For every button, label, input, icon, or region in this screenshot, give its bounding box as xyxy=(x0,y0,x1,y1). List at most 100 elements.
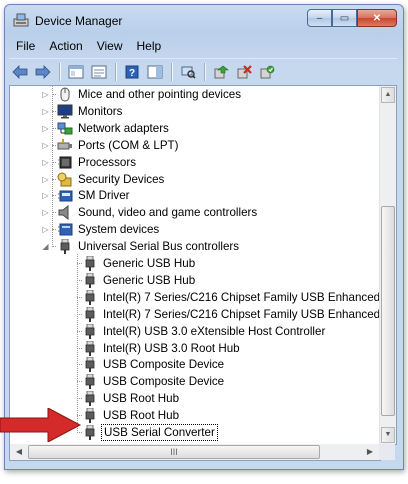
menu-bar: File Action View Help xyxy=(9,36,397,56)
title-bar[interactable]: Device Manager – ▭ ✕ xyxy=(5,5,403,35)
scroll-up-button[interactable]: ▲ xyxy=(381,87,395,103)
forward-arrow-icon xyxy=(35,65,51,79)
tree-category[interactable]: ▷ Mice and other pointing devices xyxy=(10,86,380,103)
usb-plug-icon xyxy=(82,390,98,407)
uninstall-icon xyxy=(237,65,252,79)
usb-plug-icon xyxy=(82,373,98,390)
vertical-scrollbar[interactable]: ▲ ▼ xyxy=(379,86,396,444)
vertical-scroll-thumb[interactable] xyxy=(381,206,395,416)
status-bar xyxy=(9,461,397,469)
port-icon xyxy=(57,138,73,153)
tree-item-label: Universal Serial Bus controllers xyxy=(78,240,240,254)
minimize-button[interactable]: – xyxy=(307,9,332,27)
tree-item-label: Mice and other pointing devices xyxy=(78,88,242,101)
tree-item-label: Generic USB Hub xyxy=(103,257,196,270)
show-action-pane-button[interactable] xyxy=(144,61,166,83)
scan-hardware-button[interactable] xyxy=(177,61,199,83)
tree-device[interactable]: Intel(R) USB 3.0 eXtensible Host Control… xyxy=(10,323,380,340)
system-device-icon xyxy=(57,222,73,237)
help-book-icon: ? xyxy=(125,65,139,79)
expand-toggle[interactable]: ▷ xyxy=(41,140,50,151)
usb-plug-icon xyxy=(82,356,98,373)
show-hide-console-tree-button[interactable] xyxy=(65,61,87,83)
close-button[interactable]: ✕ xyxy=(357,9,397,27)
scroll-down-button[interactable]: ▼ xyxy=(381,427,395,443)
menu-help[interactable]: Help xyxy=(130,36,169,56)
back-button[interactable] xyxy=(9,61,31,83)
scroll-right-button[interactable]: ▶ xyxy=(362,445,378,459)
tree-category[interactable]: ▷ Sound, video and game controllers xyxy=(10,204,380,221)
tree-device[interactable]: Intel(R) 7 Series/C216 Chipset Family US… xyxy=(10,306,396,323)
properties-view-icon xyxy=(91,65,107,79)
expand-toggle[interactable]: ▷ xyxy=(41,157,50,168)
tree-device[interactable]: Intel(R) 7 Series/C216 Chipset Family US… xyxy=(10,289,396,306)
tree-category[interactable]: ▷ Security Devices xyxy=(10,171,380,188)
mouse-icon xyxy=(57,87,73,102)
tree-category[interactable]: ◢ Universal Serial Bus controllers xyxy=(10,238,380,255)
expand-toggle[interactable]: ▷ xyxy=(41,207,50,218)
usb-plug-icon xyxy=(82,272,98,288)
menu-view[interactable]: View xyxy=(90,36,130,56)
tree-guide-line xyxy=(52,94,56,95)
toolbar-separator xyxy=(59,63,61,81)
tree-category[interactable]: ▷ SM Driver xyxy=(10,187,380,204)
toolbar: ? xyxy=(9,58,397,85)
tree-guide-line xyxy=(52,229,56,231)
tree-category[interactable]: ▷ Monitors xyxy=(10,103,380,120)
enable-device-button[interactable] xyxy=(256,61,278,83)
tree-category[interactable]: ▷ Network adapters xyxy=(10,120,380,137)
tree-device[interactable]: Generic USB Hub xyxy=(10,272,380,289)
tree-device[interactable]: USB Composite Device xyxy=(10,373,380,390)
maximize-button[interactable]: ▭ xyxy=(332,9,357,27)
tree-device[interactable]: USB Root Hub xyxy=(10,390,380,407)
network-icon xyxy=(57,121,73,136)
tree-guide-line xyxy=(52,178,56,180)
expand-toggle[interactable]: ▷ xyxy=(41,123,50,134)
expand-toggle[interactable]: ▷ xyxy=(41,190,50,201)
usb-plug-icon xyxy=(57,238,73,255)
tree-category[interactable]: ▷ Ports (COM & LPT) xyxy=(10,137,380,154)
tree-item-label: Monitors xyxy=(78,104,123,118)
expand-toggle[interactable]: ▷ xyxy=(41,106,50,117)
usb-plug-icon xyxy=(82,407,98,424)
red-pointer-arrow xyxy=(0,408,82,442)
tree-item-label: Processors xyxy=(78,155,136,169)
device-tree[interactable]: ▷ Mice and other pointing devices ▷ Monitor… xyxy=(9,85,397,445)
forward-button[interactable] xyxy=(32,61,54,83)
update-driver-button[interactable] xyxy=(210,61,232,83)
tree-category[interactable]: ▷ System devices xyxy=(10,221,380,238)
usb-plug-icon xyxy=(82,255,98,271)
toolbar-separator xyxy=(115,63,117,81)
tree-category[interactable]: ▷ Processors xyxy=(10,154,380,171)
tree-item-label: Security Devices xyxy=(78,172,165,186)
caption-buttons: – ▭ ✕ xyxy=(307,9,397,27)
usb-plug-icon xyxy=(82,424,98,440)
properties-view-button[interactable] xyxy=(88,61,110,83)
device-manager-window: Device Manager – ▭ ✕ File Action View He… xyxy=(4,4,404,470)
horizontal-scrollbar[interactable]: ◀ III ▶ xyxy=(9,444,381,461)
tree-item-label: System devices xyxy=(78,223,160,237)
usb-plug-icon xyxy=(82,323,98,339)
scroll-left-button[interactable]: ◀ xyxy=(11,445,27,459)
menu-action[interactable]: Action xyxy=(42,36,89,56)
tree-guide-line xyxy=(52,110,56,112)
tree-item-label: SM Driver xyxy=(78,189,130,203)
uninstall-button[interactable] xyxy=(233,61,255,83)
help-button[interactable]: ? xyxy=(121,61,143,83)
expand-toggle[interactable]: ▷ xyxy=(41,224,50,235)
tree-item-label: USB Composite Device xyxy=(103,358,225,372)
window-title: Device Manager xyxy=(35,14,123,28)
security-key-icon xyxy=(57,172,73,187)
device-manager-icon xyxy=(13,13,29,27)
collapse-toggle[interactable]: ◢ xyxy=(41,241,50,252)
menu-file[interactable]: File xyxy=(9,36,42,56)
expand-toggle[interactable]: ▷ xyxy=(41,174,50,185)
tree-device[interactable]: Intel(R) USB 3.0 Root Hub xyxy=(10,340,380,357)
sm-driver-icon xyxy=(57,188,73,203)
horizontal-scroll-thumb[interactable]: III xyxy=(28,445,320,459)
tree-item-label: Intel(R) 7 Series/C216 Chipset Family US… xyxy=(103,290,397,304)
expand-toggle[interactable]: ▷ xyxy=(41,89,50,100)
back-arrow-icon xyxy=(12,65,28,79)
tree-device[interactable]: USB Composite Device xyxy=(10,356,380,373)
tree-device[interactable]: Generic USB Hub xyxy=(10,255,380,272)
